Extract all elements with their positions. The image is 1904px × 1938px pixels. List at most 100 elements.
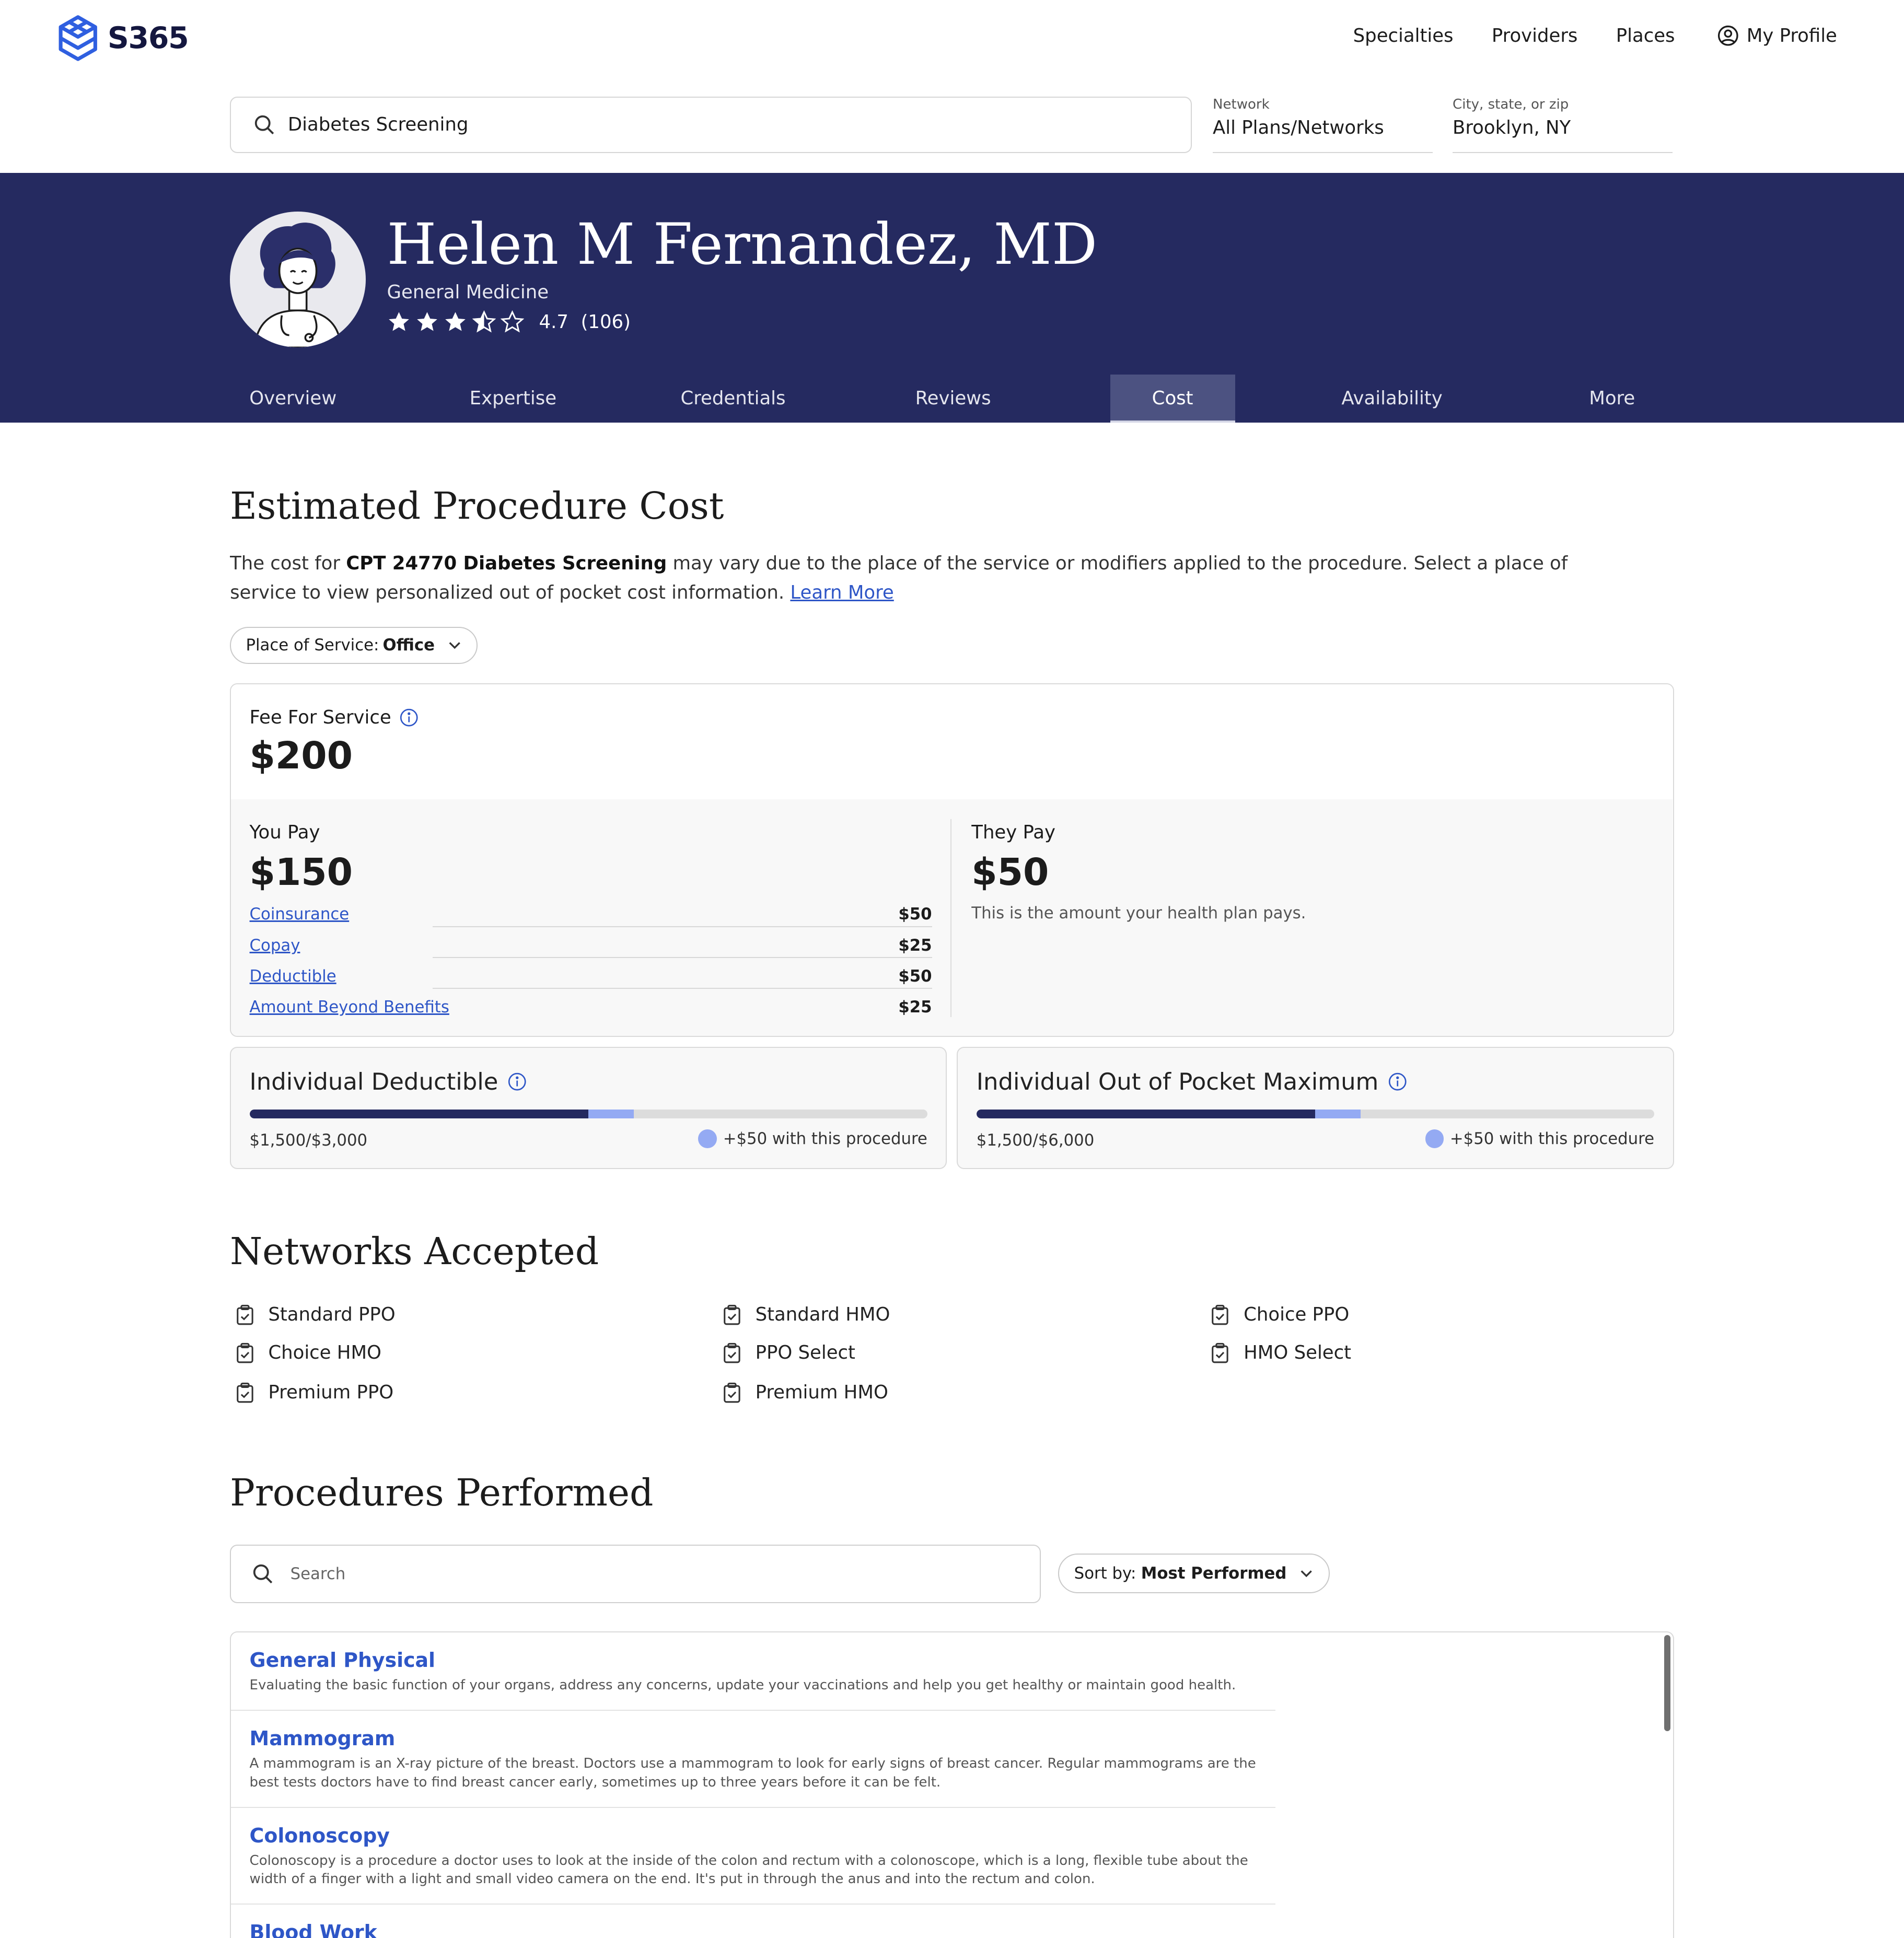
divider xyxy=(950,819,951,1017)
tab-credentials[interactable]: Credentials xyxy=(623,375,843,423)
provider-avatar xyxy=(230,211,366,347)
location-filter[interactable]: City, state, or zip Brooklyn, NY xyxy=(1453,97,1673,154)
procedure-name[interactable]: Blood Work xyxy=(250,1921,1257,1938)
list-item[interactable]: Blood Work xyxy=(231,1905,1275,1938)
search-row: Diabetes Screening Network All Plans/Net… xyxy=(0,77,1904,173)
cost-description: The cost for CPT 24770 Diabetes Screenin… xyxy=(230,549,1639,609)
tab-cost[interactable]: Cost xyxy=(1110,374,1235,423)
tab-expertise[interactable]: Expertise xyxy=(403,375,623,423)
nav-providers[interactable]: Providers xyxy=(1492,25,1578,46)
my-profile-link[interactable]: My Profile xyxy=(1717,25,1837,47)
amount-beyond-benefits-link[interactable]: Amount Beyond Benefits xyxy=(249,997,457,1017)
user-circle-icon xyxy=(1717,26,1738,46)
learn-more-link[interactable]: Learn More xyxy=(790,582,893,603)
procedure-description: Evaluating the basic function of your or… xyxy=(249,1677,1236,1694)
clipboard-check-icon xyxy=(236,1342,253,1363)
network-name: Standard HMO xyxy=(755,1304,890,1326)
amount-beyond-benefits-value: $25 xyxy=(898,997,932,1017)
you-pay-label: You Pay xyxy=(249,822,320,843)
cost-card: Fee For Service $200 You Pay $150 Coinsu… xyxy=(230,683,1674,1037)
network-filter-value: All Plans/Networks xyxy=(1213,116,1384,138)
fee-section: Fee For Service $200 xyxy=(231,684,1673,800)
sort-value: Most Performed xyxy=(1141,1563,1287,1583)
tab-overview[interactable]: Overview xyxy=(183,375,403,423)
list-item[interactable]: Mammogram A mammogram is an X-ray pictur… xyxy=(231,1711,1276,1808)
deductible-link[interactable]: Deductible xyxy=(249,966,344,986)
copay-link[interactable]: Copay xyxy=(249,936,308,955)
page: S365 Specialties Providers Places My Pro… xyxy=(0,0,1904,1938)
nav-places[interactable]: Places xyxy=(1616,25,1675,46)
network-filter[interactable]: Network All Plans/Networks xyxy=(1213,97,1433,154)
provider-name: Helen M Fernandez, MD xyxy=(387,211,1098,278)
network-item: Premium HMO xyxy=(717,1382,888,1403)
fee-label-row: Fee For Service xyxy=(250,707,419,728)
breakdown-row: Deductible $50 xyxy=(249,963,932,994)
provider-rating: 4.7 (106) xyxy=(387,310,631,334)
clipboard-check-icon xyxy=(723,1342,740,1363)
they-pay-section: They Pay $50 This is the amount your hea… xyxy=(971,822,1306,923)
network-item: Standard PPO xyxy=(230,1304,396,1325)
nav-specialties[interactable]: Specialties xyxy=(1353,25,1454,46)
tab-more[interactable]: More xyxy=(1502,375,1722,423)
star-full-icon xyxy=(388,312,409,331)
logo[interactable]: S365 xyxy=(57,15,189,62)
network-name: Premium PPO xyxy=(268,1382,394,1404)
provider-specialty: General Medicine xyxy=(387,282,549,303)
procedures-list: General Physical Evaluating the basic fu… xyxy=(230,1631,1674,1938)
procedure-search-input[interactable] xyxy=(287,1563,985,1585)
procedure-search xyxy=(230,1545,1041,1603)
they-pay-label: They Pay xyxy=(971,822,1056,843)
network-filter-label: Network xyxy=(1213,96,1270,112)
procedure-description: Colonoscopy is a procedure a doctor uses… xyxy=(249,1852,1248,1887)
procedure-name[interactable]: General Physical xyxy=(250,1649,1257,1672)
network-name: Choice HMO xyxy=(268,1342,381,1364)
clipboard-check-icon xyxy=(1212,1304,1228,1325)
chevron-down-icon xyxy=(449,642,460,649)
list-item[interactable]: General Physical Evaluating the basic fu… xyxy=(231,1632,1276,1711)
pay-split: You Pay $150 Coinsurance $50 Copay $25 Ded… xyxy=(231,799,1673,1036)
deductible-value: $50 xyxy=(898,966,932,986)
coinsurance-link[interactable]: Coinsurance xyxy=(249,905,357,924)
search-icon xyxy=(254,115,274,134)
clipboard-check-icon xyxy=(723,1382,740,1403)
deductible-progress-added xyxy=(588,1110,634,1118)
provider-header: Helen M Fernandez, MD General Medicine 4… xyxy=(0,173,1904,423)
search-icon xyxy=(253,1564,273,1583)
procedures-heading: Procedures Performed xyxy=(230,1470,654,1514)
tab-availability[interactable]: Availability xyxy=(1282,375,1502,423)
cube-logo-icon xyxy=(59,15,97,62)
oop-legend: +$50 with this procedure xyxy=(1425,1129,1654,1148)
procedure-name[interactable]: Colonoscopy xyxy=(250,1824,1257,1847)
star-empty-icon xyxy=(501,310,525,333)
oop-progress-fill xyxy=(976,1110,1316,1118)
place-of-service-dropdown[interactable]: Place of Service: Office xyxy=(230,626,478,664)
list-scrollbar[interactable] xyxy=(1664,1635,1670,1732)
network-name: Premium HMO xyxy=(755,1382,888,1404)
clipboard-check-icon xyxy=(236,1304,253,1325)
my-profile-label: My Profile xyxy=(1746,25,1837,47)
deductible-amount: $1,500/$3,000 xyxy=(249,1130,368,1150)
network-item: Premium PPO xyxy=(230,1382,393,1403)
brand-name: S365 xyxy=(107,21,189,56)
location-filter-value: Brooklyn, NY xyxy=(1453,116,1571,138)
location-filter-label: City, state, or zip xyxy=(1453,96,1569,112)
info-icon[interactable] xyxy=(508,1072,526,1091)
info-icon[interactable] xyxy=(400,708,418,727)
search-query: Diabetes Screening xyxy=(287,114,469,136)
they-pay-note: This is the amount your health plan pays… xyxy=(971,904,1306,923)
review-count[interactable]: (106) xyxy=(581,311,631,333)
oop-meter-title: Individual Out of Pocket Maximum xyxy=(976,1067,1379,1095)
doctor-illustration-icon xyxy=(253,222,342,347)
tab-reviews[interactable]: Reviews xyxy=(843,375,1063,423)
cost-breakdown: Coinsurance $50 Copay $25 Deductible $50 Am… xyxy=(249,901,932,1025)
procedure-name[interactable]: Mammogram xyxy=(250,1727,1257,1750)
info-icon[interactable] xyxy=(1388,1072,1407,1091)
main-search-input[interactable]: Diabetes Screening xyxy=(230,96,1192,154)
list-item[interactable]: Colonoscopy Colonoscopy is a procedure a… xyxy=(231,1808,1276,1905)
sort-dropdown[interactable]: Sort by: Most Performed xyxy=(1058,1554,1330,1593)
breakdown-row: Amount Beyond Benefits $25 xyxy=(249,994,932,1025)
you-pay-value: $150 xyxy=(249,850,353,894)
legend-dot xyxy=(698,1129,717,1148)
network-name: Standard PPO xyxy=(268,1304,396,1326)
estimated-cost-heading: Estimated Procedure Cost xyxy=(230,484,724,528)
